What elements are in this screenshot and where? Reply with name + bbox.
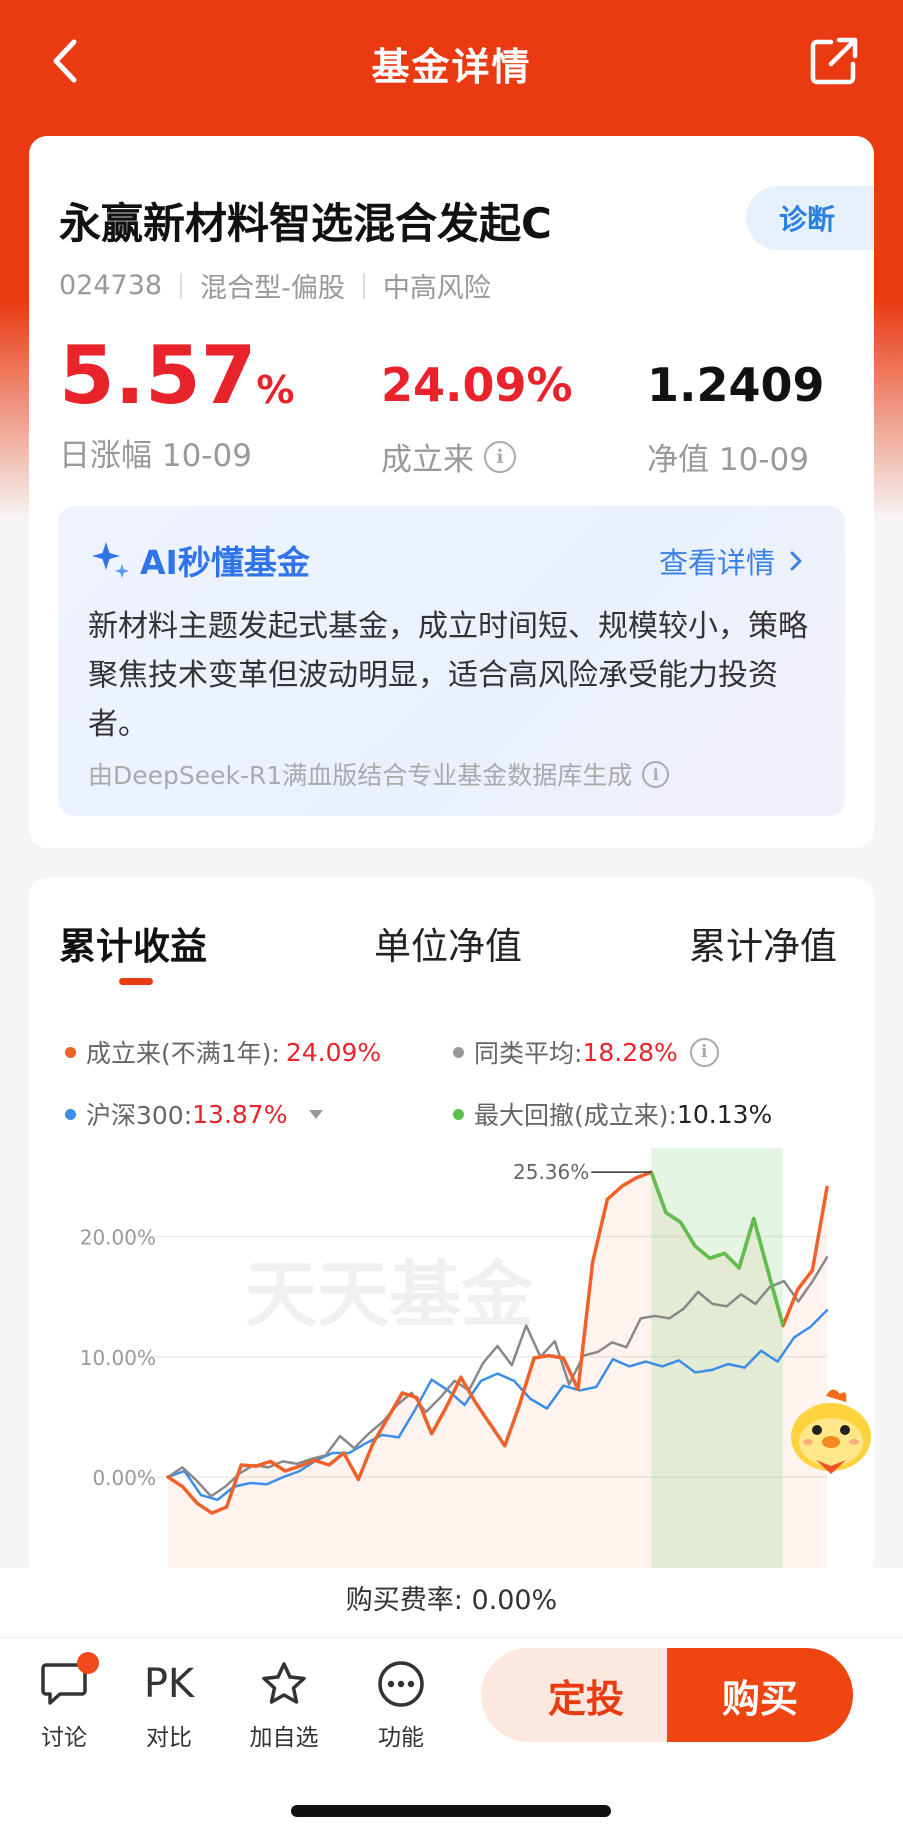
- nav-stat: 1.2409 净值 10-09: [647, 362, 825, 479]
- y-tick-label: 20.00%: [80, 1226, 156, 1250]
- page-title: 基金详情: [371, 45, 532, 89]
- chart-watermark: 天天基金: [245, 1252, 534, 1337]
- legend-dot: [65, 1046, 76, 1058]
- ai-footnote-text: 由DeepSeek-R1满血版结合专业基金数据库生成: [88, 761, 633, 790]
- functions-button[interactable]: 功能: [356, 1658, 446, 1752]
- bottom-action-bar: 讨论 PK 对比 加自选 功能 定投 购买: [0, 1638, 903, 1756]
- functions-label: 功能: [378, 1725, 424, 1751]
- fund-summary-card: 永赢新材料智选混合发起C 诊断 024738 混合型-偏股 中高风险 5.57%…: [29, 136, 874, 848]
- ai-details-link[interactable]: 查看详情: [659, 540, 807, 582]
- legend-index[interactable]: 沪深300: 13.87%: [65, 1096, 324, 1132]
- return-chart[interactable]: 30.00%20.00%10.00%0.00% 天天基金 25.36%: [29, 1148, 874, 1578]
- since-inception-value: 24.09%: [381, 358, 573, 412]
- nav-label: 净值 10-09: [647, 442, 809, 478]
- fund-code: 024738: [59, 270, 163, 301]
- legend-fund-value: 24.09%: [285, 1037, 382, 1067]
- ai-footnote: 由DeepSeek-R1满血版结合专业基金数据库生成 i: [88, 756, 670, 792]
- home-indicator[interactable]: [291, 1805, 611, 1817]
- fee-bar: 购买费率: 0.00%: [0, 1568, 903, 1638]
- pk-icon: PK: [143, 1661, 195, 1707]
- ai-title: AI秒懂基金: [88, 536, 310, 584]
- chevron-right-icon: [790, 551, 802, 571]
- compare-button[interactable]: PK 对比: [124, 1658, 214, 1752]
- fund-risk: 中高风险: [382, 273, 491, 304]
- tab-cumulative-nav[interactable]: 累计净值: [689, 916, 837, 970]
- daily-change-unit: %: [256, 368, 295, 412]
- legend-dot: [453, 1108, 464, 1120]
- tab-active-indicator: [119, 978, 153, 985]
- info-icon[interactable]: i: [689, 1037, 719, 1067]
- tab-cumulative-return[interactable]: 累计收益: [59, 916, 207, 970]
- y-tick-label: 10.00%: [80, 1346, 156, 1370]
- legend-fund-label: 成立来(不满1年):: [86, 1039, 280, 1068]
- since-inception-stat: 24.09% 成立来 i: [381, 362, 573, 479]
- add-watchlist-button[interactable]: 加自选: [239, 1658, 329, 1752]
- ai-summary-text: 新材料主题发起式基金，成立时间短、规模较小，策略聚焦技术变革但波动明显，适合高风…: [88, 609, 808, 742]
- share-icon[interactable]: [809, 36, 859, 86]
- divider: [180, 272, 183, 299]
- watchlist-label: 加自选: [249, 1725, 319, 1751]
- performance-card: 累计收益 单位净值 累计净值 成立来(不满1年): 24.09% 同类平均: 1…: [29, 878, 874, 1578]
- ai-summary-box: AI秒懂基金 查看详情 新材料主题发起式基金，成立时间短、规模较小，策略聚焦技术…: [58, 506, 845, 816]
- y-tick-label: 0.00%: [92, 1466, 156, 1490]
- caret-down-icon[interactable]: [309, 1109, 324, 1119]
- legend-dot: [65, 1108, 76, 1120]
- legend-peer-label: 同类平均:: [474, 1039, 583, 1068]
- home-indicator-area: [0, 1756, 903, 1833]
- legend-dot: [453, 1046, 464, 1058]
- legend-peer-value: 18.28%: [582, 1037, 678, 1067]
- info-icon[interactable]: i: [484, 440, 516, 473]
- legend-fund: 成立来(不满1年): 24.09%: [65, 1034, 381, 1070]
- star-icon: [262, 1662, 306, 1704]
- notification-badge: [77, 1652, 99, 1674]
- daily-change-label: 日涨幅 10-09: [59, 438, 252, 474]
- auto-invest-button[interactable]: 定投: [481, 1648, 681, 1742]
- buy-button[interactable]: 购买: [667, 1648, 853, 1742]
- discuss-label: 讨论: [41, 1725, 87, 1751]
- divider: [362, 272, 365, 299]
- mascot-icon[interactable]: [786, 1382, 876, 1482]
- fund-meta: 024738 混合型-偏股 中高风险: [59, 266, 491, 305]
- legend-index-label: 沪深300:: [86, 1101, 193, 1130]
- fund-type: 混合型-偏股: [200, 273, 345, 304]
- discuss-button[interactable]: 讨论: [19, 1652, 109, 1752]
- more-icon: [378, 1661, 424, 1707]
- diagnose-button[interactable]: 诊断: [746, 186, 874, 250]
- nav-bar: 基金详情: [0, 0, 903, 124]
- daily-change-stat: 5.57% 日涨幅 10-09: [59, 336, 294, 475]
- peak-label: 25.36%: [513, 1160, 589, 1184]
- info-icon[interactable]: i: [642, 760, 670, 788]
- since-inception-label: 成立来: [381, 442, 474, 478]
- sparkle-icon: [92, 542, 129, 578]
- nav-value: 1.2409: [647, 358, 825, 412]
- daily-change-value: 5.57: [59, 329, 257, 422]
- ai-details-label: 查看详情: [658, 546, 775, 580]
- fund-name: 永赢新材料智选混合发起C: [59, 199, 552, 248]
- legend-index-value: 13.87%: [192, 1099, 288, 1129]
- legend-drawdown: 最大回撤(成立来): 10.13%: [453, 1096, 772, 1132]
- compare-label: 对比: [146, 1725, 192, 1751]
- legend-drawdown-value: 10.13%: [676, 1099, 773, 1129]
- tab-unit-nav[interactable]: 单位净值: [374, 916, 522, 970]
- legend-drawdown-label: 最大回撤(成立来):: [474, 1101, 677, 1130]
- ai-title-text: AI秒懂基金: [140, 543, 310, 582]
- legend-peer: 同类平均: 18.28% i: [453, 1034, 719, 1070]
